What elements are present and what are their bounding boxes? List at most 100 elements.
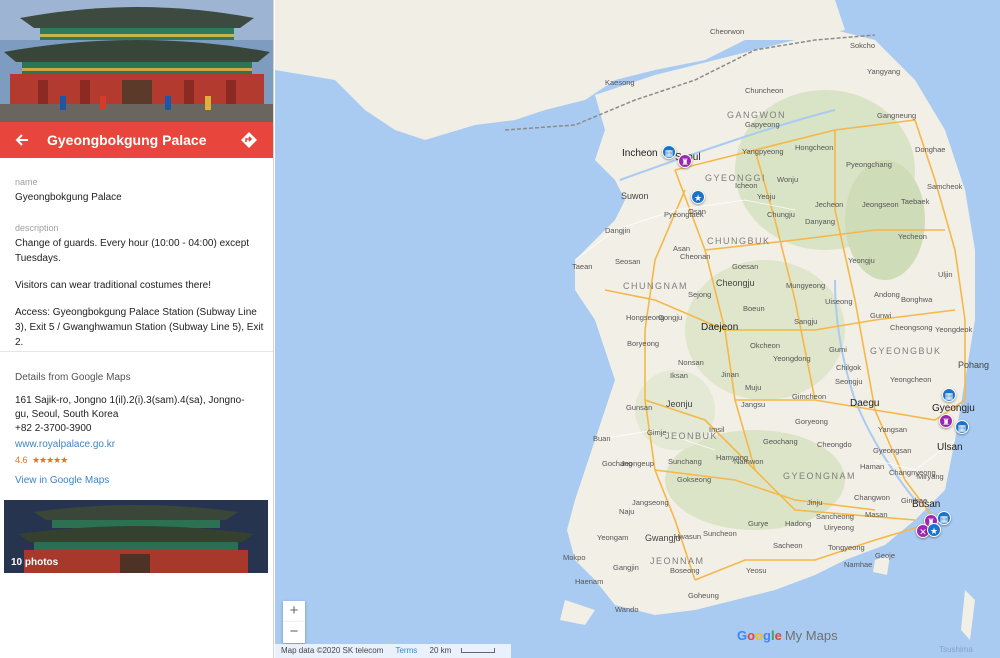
town-label: Uljin <box>938 270 953 279</box>
town-label: Taebaek <box>901 197 930 206</box>
town-label: Hwasun <box>674 532 702 541</box>
town-label: Yeoju <box>757 192 776 201</box>
town-label: Seongju <box>835 377 863 386</box>
town-label: Andong <box>874 290 900 299</box>
palace-marker[interactable]: ♜ <box>939 414 953 428</box>
map-attribution: Map data ©2020 SK telecom Terms 20 km <box>275 644 512 658</box>
sea-label: Tsushima <box>939 645 973 654</box>
town-label: Jeongseon <box>862 200 899 209</box>
description-line-2: Visitors can wear traditional costumes t… <box>15 280 212 291</box>
town-label: Jeongeup <box>621 459 654 468</box>
town-label: Icheon <box>735 181 758 190</box>
town-label: Kaesong <box>605 78 635 87</box>
town-label: Goesan <box>732 262 759 271</box>
town-label: Jecheon <box>815 200 844 209</box>
museum-marker[interactable]: ▦ <box>662 145 676 159</box>
town-label: Gimje <box>647 428 667 437</box>
town-label: Chilgok <box>836 363 862 372</box>
rating-stars: ★★★★★ <box>31 455 68 465</box>
place-title: Gyeongbokgung Palace <box>47 132 207 148</box>
town-label: Sangju <box>794 317 818 326</box>
town-label: Cheongdo <box>817 440 852 449</box>
town-label: Mungyeong <box>786 281 826 290</box>
view-in-google-maps-link[interactable]: View in Google Maps <box>15 475 265 486</box>
town-label: Gurye <box>748 519 769 528</box>
attribution-text: Map data ©2020 SK telecom <box>281 646 384 655</box>
region-label: CHUNGNAM <box>623 281 688 291</box>
details-heading: Details from Google Maps <box>15 372 131 383</box>
town-label: Geoje <box>875 551 896 560</box>
city-label: Incheon <box>622 148 658 159</box>
town-label: Wando <box>615 605 639 614</box>
website-link[interactable]: www.royalpalace.go.kr <box>15 439 115 450</box>
google-my-maps-logo: Google My Maps <box>737 628 838 643</box>
town-label: Mokpo <box>563 553 586 562</box>
terms-link[interactable]: Terms <box>395 646 417 655</box>
town-label: Gyeongsan <box>873 446 912 455</box>
town-label: Sancheong <box>816 512 854 521</box>
place-details-panel: Gyeongbokgung Palace name Gyeongbokgung … <box>0 0 274 658</box>
scale-bar <box>461 648 496 654</box>
town-label: Danyang <box>805 217 836 226</box>
town-label: Pyeongchang <box>846 160 892 169</box>
town-label: Muju <box>745 383 762 392</box>
town-label: Gimhae <box>901 496 928 505</box>
town-label: Osan <box>688 207 706 216</box>
town-label: Chuncheon <box>745 86 784 95</box>
town-label: Cheonan <box>680 252 711 261</box>
city-label: Jeonju <box>666 399 693 409</box>
town-label: Buan <box>593 434 611 443</box>
museum-marker[interactable]: ▦ <box>942 388 956 402</box>
town-label: Gumi <box>829 345 847 354</box>
town-label: Yangsan <box>878 425 908 434</box>
arrow-left-icon[interactable] <box>15 130 33 150</box>
town-label: Yeongcheon <box>890 375 932 384</box>
town-label: Sunchang <box>668 457 702 466</box>
city-label: Ulsan <box>937 442 963 453</box>
town-label: Uiryeong <box>824 523 855 532</box>
town-label: Yeongdong <box>773 354 811 363</box>
zoom-out-button[interactable]: − <box>283 622 305 643</box>
town-label: Gangneung <box>877 111 917 120</box>
town-label: Cheorwon <box>710 27 745 36</box>
town-label: Cheongsong <box>890 323 933 332</box>
city-label: Gyeongju <box>932 403 975 414</box>
map-canvas[interactable]: GANGWON GYEONGGI CHUNGBUK CHUNGNAM GYEON… <box>275 0 1000 658</box>
town-label: Jangsu <box>741 400 766 409</box>
palace-marker[interactable]: ♜ <box>678 154 692 168</box>
town-label: Gapyeong <box>745 120 780 129</box>
museum-marker[interactable]: ▦ <box>955 420 969 434</box>
name-value: Gyeongbokgung Palace <box>15 192 122 203</box>
zoom-in-button[interactable]: + <box>283 601 305 622</box>
town-label: Gimcheon <box>792 392 827 401</box>
town-label: Haman <box>860 462 885 471</box>
star-marker[interactable]: ★ <box>691 190 705 204</box>
hero-photo[interactable] <box>0 0 273 122</box>
museum-marker[interactable]: ▦ <box>937 511 951 525</box>
town-label: Goheung <box>688 591 719 600</box>
photo-gallery-thumbnail[interactable]: 10 photos <box>4 500 268 573</box>
town-label: Boeun <box>743 304 765 313</box>
town-label: Changwon <box>854 493 890 502</box>
town-label: Tongyeong <box>828 543 865 552</box>
town-label: Imsil <box>709 425 725 434</box>
town-label: Namhae <box>844 560 873 569</box>
photo-count: 10 photos <box>11 557 59 568</box>
town-label: Suncheon <box>703 529 737 538</box>
phone: +82 2-3700-3900 <box>15 423 92 434</box>
star-marker[interactable]: ★ <box>927 523 941 537</box>
town-label: Hongcheon <box>795 143 834 152</box>
town-label: Haenam <box>575 577 604 586</box>
google-maps-details: Details from Google Maps 161 Sajik-ro, J… <box>15 372 265 486</box>
my-maps-app: Gyeongbokgung Palace name Gyeongbokgung … <box>0 0 1000 658</box>
town-label: Sacheon <box>773 541 803 550</box>
city-label: Pohang <box>958 360 990 370</box>
description-line-3: Access: Gyeongbokgung Palace Station (Su… <box>15 307 264 348</box>
town-label: Yeongju <box>848 256 875 265</box>
town-label: Nonsan <box>678 358 704 367</box>
town-label: Yangpyeong <box>742 147 784 156</box>
town-label: Seosan <box>615 257 641 266</box>
town-label: Chungju <box>767 210 795 219</box>
directions-icon[interactable] <box>240 131 258 149</box>
town-label: Dangjin <box>605 226 631 235</box>
